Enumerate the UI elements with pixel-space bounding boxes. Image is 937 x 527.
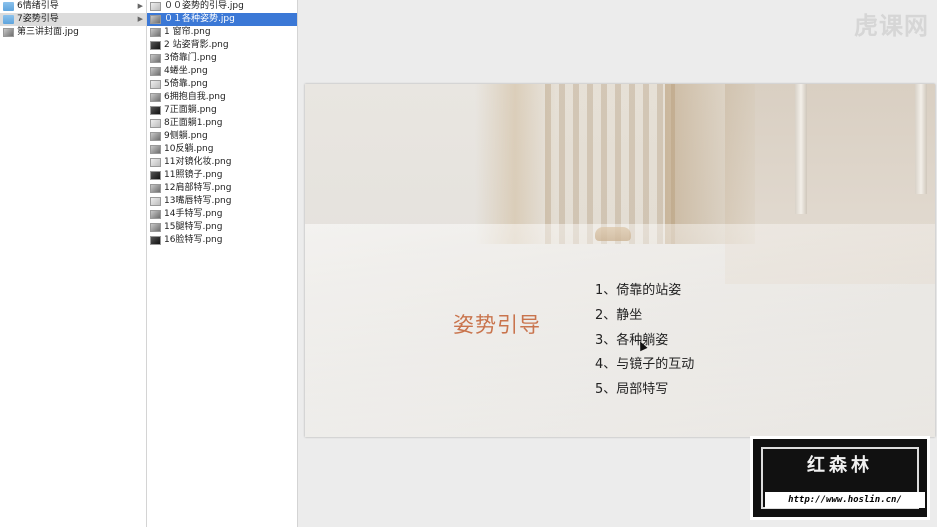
- chair-leg: [795, 84, 807, 214]
- file-name: 15腿特写.png: [164, 222, 223, 232]
- image-icon: [150, 171, 161, 180]
- file-name: 10反躺.png: [164, 144, 214, 154]
- disclosure-arrow-icon: ▶: [137, 15, 143, 23]
- chair-leg: [915, 84, 927, 194]
- slide-preview-image: 姿势引导 1、倚靠的站姿 2、静坐 3、各种躺姿 4、与镜子的互动 5、局部特写: [305, 84, 935, 437]
- file-list-item[interactable]: 3倚靠门.png: [147, 52, 297, 65]
- file-list-item[interactable]: 第三讲封面.jpg: [0, 26, 146, 39]
- file-name: 5倚靠.png: [164, 79, 208, 89]
- image-icon: [150, 67, 161, 76]
- curtain-sheer: [475, 84, 555, 244]
- file-list-item[interactable]: 6拥抱自我.png: [147, 91, 297, 104]
- file-list-item[interactable]: 11对镜化妆.png: [147, 156, 297, 169]
- slide-topic-item: 2、静坐: [595, 307, 643, 323]
- file-list-item[interactable]: 1 窗帘.png: [147, 26, 297, 39]
- file-name: 3倚靠门.png: [164, 53, 217, 63]
- file-name: 14手特写.png: [164, 209, 223, 219]
- file-list-item[interactable]: ０１各种姿势.jpg: [147, 13, 297, 26]
- file-name: 7正面躺.png: [164, 105, 217, 115]
- curtain-edge: [665, 84, 755, 244]
- image-icon: [150, 236, 161, 245]
- image-icon: [150, 93, 161, 102]
- file-list-item[interactable]: 11照镜子.png: [147, 169, 297, 182]
- file-list-item[interactable]: 13嘴唇特写.png: [147, 195, 297, 208]
- curtain-lace: [545, 84, 675, 244]
- file-name: 6情绪引导: [17, 1, 59, 11]
- file-name: 7姿势引导: [17, 14, 59, 24]
- file-name: 1 窗帘.png: [164, 27, 211, 37]
- image-icon: [150, 15, 161, 24]
- image-icon: [3, 28, 14, 37]
- image-icon: [150, 132, 161, 141]
- image-icon: [150, 145, 161, 154]
- file-list-item[interactable]: 5倚靠.png: [147, 78, 297, 91]
- file-name: 6拥抱自我.png: [164, 92, 226, 102]
- watermark-text: 虎课网: [854, 12, 929, 40]
- file-list-item[interactable]: 7姿势引导 ▶: [0, 13, 146, 26]
- file-name: 9侧躺.png: [164, 131, 208, 141]
- file-list-item[interactable]: 16脸特写.png: [147, 234, 297, 247]
- image-icon: [150, 28, 161, 37]
- slide-topic-item: 1、倚靠的站姿: [595, 283, 682, 298]
- file-name: 11对镜化妆.png: [164, 157, 232, 167]
- image-icon: [150, 210, 161, 219]
- folder-icon: [3, 2, 14, 11]
- slide-title: 姿势引导: [453, 313, 541, 337]
- foot: [595, 227, 631, 241]
- image-icon: [150, 158, 161, 167]
- file-name: ０１各种姿势.jpg: [164, 14, 235, 24]
- image-icon: [150, 54, 161, 63]
- logo-url: http://www.hoslin.cn/: [765, 492, 925, 508]
- file-name: 第三讲封面.jpg: [17, 27, 79, 37]
- image-icon: [150, 223, 161, 232]
- image-icon: [150, 106, 161, 115]
- file-list-item[interactable]: 2 站姿背影.png: [147, 39, 297, 52]
- watermark-logo-icon: 虎课网: [854, 6, 929, 41]
- image-icon: [150, 2, 161, 11]
- file-name: 16脸特写.png: [164, 235, 223, 245]
- image-icon: [150, 119, 161, 128]
- file-list-item[interactable]: 8正面躺1.png: [147, 117, 297, 130]
- file-name: 8正面躺1.png: [164, 118, 223, 128]
- image-icon: [150, 197, 161, 206]
- finder-column-folders[interactable]: 6情绪引导 ▶ 7姿势引导 ▶ 第三讲封面.jpg: [0, 0, 147, 527]
- disclosure-arrow-icon: ▶: [137, 2, 143, 10]
- image-icon: [150, 41, 161, 50]
- file-list-item[interactable]: 10反躺.png: [147, 143, 297, 156]
- file-list-item[interactable]: 15腿特写.png: [147, 221, 297, 234]
- image-icon: [150, 184, 161, 193]
- finder-column-files[interactable]: ００姿势的引导.jpg ０１各种姿势.jpg 1 窗帘.png 2 站姿背影.png 3…: [147, 0, 298, 527]
- file-name: 13嘴唇特写.png: [164, 196, 232, 206]
- file-list-item[interactable]: 9侧躺.png: [147, 130, 297, 143]
- file-name: 11照镜子.png: [164, 170, 223, 180]
- hoslin-logo: 红森林 http://www.hoslin.cn/: [750, 436, 930, 520]
- file-list-item[interactable]: 12肩部特写.png: [147, 182, 297, 195]
- file-name: 4蜷坐.png: [164, 66, 208, 76]
- folder-icon: [3, 15, 14, 24]
- file-name: 2 站姿背影.png: [164, 40, 229, 50]
- file-name: ００姿势的引导.jpg: [164, 1, 244, 11]
- file-list-item[interactable]: 7正面躺.png: [147, 104, 297, 117]
- slide-topic-item: 5、局部特写: [595, 382, 669, 398]
- file-name: 12肩部特写.png: [164, 183, 232, 193]
- image-icon: [150, 80, 161, 89]
- logo-name: 红森林: [807, 455, 873, 476]
- file-list-item[interactable]: ００姿势的引导.jpg: [147, 0, 297, 13]
- file-list-item[interactable]: 4蜷坐.png: [147, 65, 297, 78]
- file-list-item[interactable]: 14手特写.png: [147, 208, 297, 221]
- slide-topic-item: 4、与镜子的互动: [595, 357, 695, 373]
- file-list-item[interactable]: 6情绪引导 ▶: [0, 0, 146, 13]
